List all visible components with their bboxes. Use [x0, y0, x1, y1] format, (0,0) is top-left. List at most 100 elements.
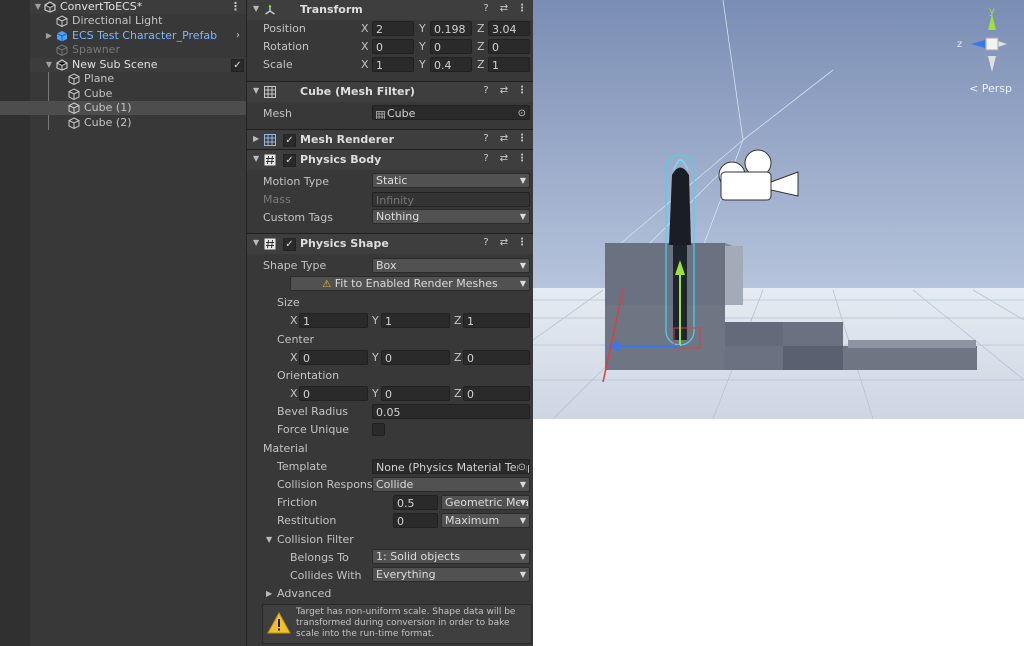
- unity-scene-icon: [44, 1, 56, 13]
- foldout-open-icon[interactable]: ▼: [45, 58, 53, 72]
- hierarchy-item-cube[interactable]: Cube: [30, 87, 246, 101]
- help-icon[interactable]: ?: [480, 3, 492, 15]
- object-picker-icon[interactable]: ⊙: [517, 460, 526, 473]
- foldout-closed-icon[interactable]: ▶: [253, 134, 259, 143]
- scale-x-field[interactable]: 1: [372, 57, 414, 72]
- cube-mesh[interactable]: [725, 322, 843, 370]
- chevron-right-icon[interactable]: ›: [236, 29, 240, 43]
- restitution-combine-dropdown[interactable]: Maximum ▼: [441, 513, 530, 528]
- dropdown-value: Static: [376, 174, 408, 187]
- shape-type-dropdown[interactable]: Box ▼: [372, 258, 530, 273]
- object-picker-icon[interactable]: ⊙: [518, 106, 526, 119]
- foldout-open-icon[interactable]: ▼: [253, 86, 259, 95]
- fit-to-render-meshes-button[interactable]: ⚠ Fit to Enabled Render Meshes ▼: [290, 276, 530, 291]
- help-icon[interactable]: ?: [480, 237, 492, 249]
- dropdown-value: Nothing: [376, 210, 420, 223]
- mesh-filter-header[interactable]: ▼ Cube (Mesh Filter) ? ⇄ ⋮: [247, 81, 534, 102]
- orientation-y-field[interactable]: 0: [381, 386, 450, 401]
- scale-z-field[interactable]: 1: [488, 57, 530, 72]
- transform-header[interactable]: ▼ Transform ? ⇄ ⋮: [247, 0, 534, 20]
- more-options-icon[interactable]: ⋮: [516, 153, 528, 165]
- preset-icon[interactable]: ⇄: [498, 3, 510, 15]
- help-icon[interactable]: ?: [480, 153, 492, 165]
- cube-icon: [68, 88, 80, 101]
- size-x-field[interactable]: 1: [299, 313, 368, 328]
- orientation-x-field[interactable]: 0: [299, 386, 368, 401]
- physics-body-header[interactable]: ▼ ✓ Physics Body ? ⇄ ⋮: [247, 149, 534, 170]
- template-object-field[interactable]: None (Physics Material Template) ⊙: [372, 459, 530, 474]
- center-x-field[interactable]: 0: [299, 350, 368, 365]
- hierarchy-item-cube-2[interactable]: Cube (2): [30, 116, 246, 130]
- custom-tags-dropdown[interactable]: Nothing ▼: [372, 209, 530, 224]
- help-icon[interactable]: ?: [480, 85, 492, 97]
- foldout-open-icon[interactable]: ▼: [34, 0, 42, 14]
- preset-icon[interactable]: ⇄: [498, 85, 510, 97]
- bevel-radius-field[interactable]: 0.05: [372, 404, 530, 419]
- friction-combine-dropdown[interactable]: Geometric Mean ▼: [441, 495, 530, 510]
- position-x-field[interactable]: 2: [372, 21, 414, 36]
- more-options-icon[interactable]: ⋮: [230, 0, 241, 14]
- preset-icon[interactable]: ⇄: [498, 237, 510, 249]
- enable-checkbox[interactable]: ✓: [283, 154, 296, 167]
- more-options-icon[interactable]: ⋮: [516, 133, 528, 145]
- hierarchy-item-plane[interactable]: Plane: [30, 72, 246, 86]
- hierarchy-item-new-sub-scene[interactable]: ▼ New Sub Scene ✓: [30, 58, 246, 72]
- foldout-open-icon[interactable]: ▼: [253, 4, 259, 13]
- orientation-z-field[interactable]: 0: [463, 386, 530, 401]
- center-z-field[interactable]: 0: [463, 350, 530, 365]
- foldout-closed-icon[interactable]: ▶: [266, 589, 272, 598]
- subscene-edit-checkbox[interactable]: ✓: [231, 59, 244, 72]
- hierarchy-item-ecs-test-character-prefab[interactable]: ▶ ECS Test Character_Prefab ›: [30, 29, 246, 43]
- preset-icon[interactable]: ⇄: [498, 133, 510, 145]
- motion-type-label: Motion Type: [263, 175, 330, 188]
- mesh-renderer-header[interactable]: ▶ ✓ Mesh Renderer ? ⇄ ⋮: [247, 129, 534, 150]
- center-y-field[interactable]: 0: [381, 350, 450, 365]
- rotation-x-field[interactable]: 0: [372, 39, 414, 54]
- restitution-field[interactable]: 0: [393, 513, 438, 528]
- non-uniform-scale-warning: Target has non-uniform scale. Shape data…: [262, 604, 532, 644]
- mass-field: Infinity: [372, 192, 530, 207]
- size-z-field[interactable]: 1: [463, 313, 530, 328]
- foldout-open-icon[interactable]: ▼: [253, 238, 259, 247]
- scene-view[interactable]: y z < Persp: [533, 0, 1024, 646]
- projection-toggle[interactable]: < Persp: [969, 82, 1012, 95]
- more-options-icon[interactable]: ⋮: [516, 85, 528, 97]
- rotation-z-field[interactable]: 0: [488, 39, 530, 54]
- mesh-object-field[interactable]: Cube ⊙: [372, 105, 530, 120]
- foldout-open-icon[interactable]: ▼: [253, 154, 259, 163]
- foldout-open-icon[interactable]: ▼: [266, 535, 272, 544]
- more-options-icon[interactable]: ⋮: [516, 3, 528, 15]
- hierarchy-item-cube-1[interactable]: Cube (1): [0, 101, 246, 115]
- motion-type-dropdown[interactable]: Static ▼: [372, 173, 530, 188]
- template-label: Template: [277, 460, 328, 473]
- help-icon[interactable]: ?: [480, 133, 492, 145]
- dropdown-arrow-icon: ▼: [519, 279, 526, 288]
- position-y-field[interactable]: 0.198: [430, 21, 472, 36]
- belongs-to-dropdown[interactable]: 1: Solid objects ▼: [372, 549, 530, 564]
- preset-icon[interactable]: ⇄: [498, 153, 510, 165]
- hierarchy-item-spawner[interactable]: Spawner: [30, 43, 246, 57]
- rotation-y-field[interactable]: 0: [430, 39, 472, 54]
- scene-viewport[interactable]: y z: [533, 0, 1024, 646]
- cube-2-mesh[interactable]: [843, 340, 977, 370]
- axis-x-label: X: [290, 351, 298, 364]
- collision-filter-label[interactable]: Collision Filter: [277, 533, 354, 546]
- collision-response-dropdown[interactable]: Collide ▼: [372, 477, 530, 492]
- more-options-icon[interactable]: ⋮: [516, 237, 528, 249]
- enable-checkbox[interactable]: ✓: [283, 238, 296, 251]
- physics-shape-header[interactable]: ▼ ✓ Physics Shape ? ⇄ ⋮: [247, 233, 534, 254]
- hierarchy-item-directional-light[interactable]: Directional Light: [30, 14, 246, 28]
- hierarchy-item-label: ECS Test Character_Prefab: [72, 29, 218, 42]
- scale-y-field[interactable]: 0.4: [430, 57, 472, 72]
- collides-with-dropdown[interactable]: Everything ▼: [372, 567, 530, 582]
- size-y-field[interactable]: 1: [381, 313, 450, 328]
- dropdown-value: Everything: [376, 568, 436, 581]
- position-z-field[interactable]: 3.04: [488, 21, 530, 36]
- enable-checkbox[interactable]: ✓: [283, 134, 296, 147]
- friction-field[interactable]: 0.5: [393, 495, 438, 510]
- force-unique-checkbox[interactable]: [372, 423, 385, 436]
- foldout-closed-icon[interactable]: ▶: [45, 29, 53, 43]
- template-value: None (Physics Material Template): [376, 461, 529, 474]
- advanced-label[interactable]: Advanced: [277, 587, 331, 600]
- hierarchy-item-convert-to-ecs[interactable]: ▼ ConvertToECS* ⋮: [30, 0, 246, 14]
